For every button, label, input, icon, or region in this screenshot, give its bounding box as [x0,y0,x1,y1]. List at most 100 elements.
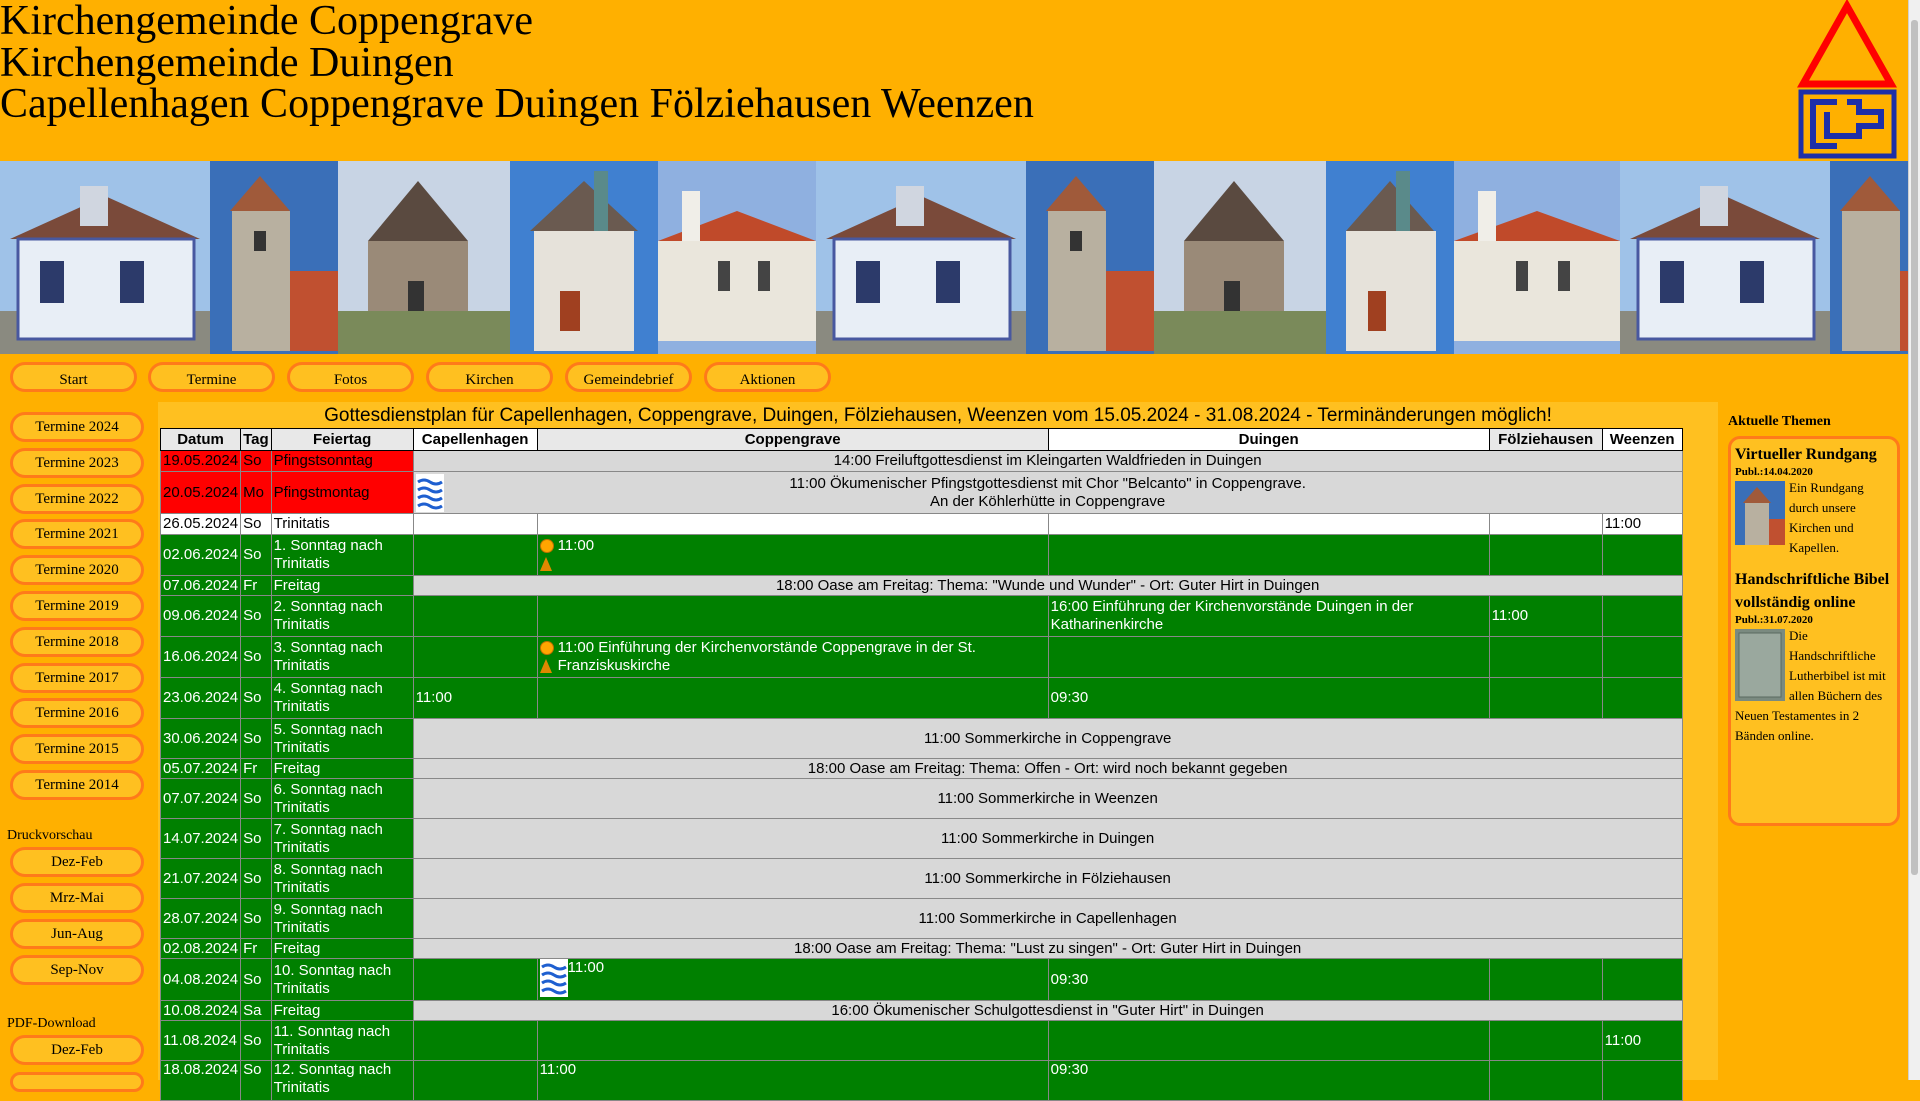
sidebar-termine-2022[interactable]: Termine 2022 [10,484,144,514]
cell-holiday: Pfingstsonntag [270,450,414,472]
cell-date: 09.06.2024 [159,595,242,637]
cell-date: 19.05.2024 [159,450,242,472]
water-baptism-icon [415,474,444,512]
cell-foelziehausen [1488,958,1603,1001]
cell-merged-event: 11:00 Sommerkirche in Weenzen [412,778,1683,819]
cell-duingen: 16:00 Einführung der Kirchenvorstände Du… [1047,595,1490,637]
news-body-text: Ein Rundgang durch unsere Kirchen und Ka… [1789,480,1864,555]
cell-day: So [240,677,272,719]
cell-coppengrave [536,677,1049,719]
cell-coppengrave-text: 11:00 Einführung der Kirchenvorstände Co… [557,639,976,674]
cell-capellenhagen [412,1020,538,1061]
cell-day: Mo [240,471,272,514]
cell-day: So [240,595,272,637]
right-sidebar: Aktuelle Themen Virtueller Rundgang Publ… [1726,402,1908,1080]
church-photo-redroof [658,161,816,354]
cell-foelziehausen [1488,636,1603,678]
cell-holiday: Freitag [270,758,414,779]
cell-merged-event: 11:00 Ökumenischer Pfingstgottesdienst m… [412,471,1683,514]
nav-kirchen[interactable]: Kirchen [426,362,553,392]
nav-aktionen[interactable]: Aktionen [704,362,831,392]
cell-capellenhagen [412,1060,538,1101]
cell-day: So [240,1020,272,1061]
print-jun-aug[interactable]: Jun-Aug [10,919,144,949]
cell-day: So [240,534,272,576]
col-weenzen: Weenzen [1601,428,1683,451]
cell-merged-event: 18:00 Oase am Freitag: Thema: "Wunde und… [412,575,1683,596]
print-mrz-mai[interactable]: Mrz-Mai [10,883,144,913]
scrollbar-thumb[interactable] [1911,20,1918,875]
print-sep-nov[interactable]: Sep-Nov [10,955,144,985]
cell-merged-event: 18:00 Oase am Freitag: Thema: Offen - Or… [412,758,1683,779]
news-body: Ein Rundgang durch unsere Kirchen und Ka… [1735,478,1893,558]
nav-fotos[interactable]: Fotos [287,362,414,392]
sidebar-termine-2014[interactable]: Termine 2014 [10,770,144,800]
cell-coppengrave [536,1020,1049,1061]
cell-holiday: Trinitatis [270,513,414,535]
church-photo-tower-3 [1830,161,1908,354]
pdf-dez-feb[interactable]: Dez-Feb [10,1035,144,1065]
bible-thumbnail[interactable] [1735,629,1785,701]
sidebar-termine-2020[interactable]: Termine 2020 [10,555,144,585]
cell-coppengrave [536,595,1049,637]
table-row: 16.06.2024 So 3. Sonntag nach Trinitatis… [159,636,1683,678]
church-photo-redroof-2 [1454,161,1620,354]
cell-merged-event: 16:00 Ökumenischer Schulgottesdienst in … [412,1000,1683,1021]
cell-day: So [240,778,272,819]
cell-coppengrave [536,513,1049,535]
print-preview-heading: Druckvorschau [7,828,93,843]
cell-date: 07.07.2024 [159,778,242,819]
cell-date: 26.05.2024 [159,513,242,535]
cell-duingen [1047,513,1490,535]
page-scrollbar[interactable] [1908,0,1920,1080]
cell-date: 18.08.2024 [159,1060,242,1101]
sidebar-termine-2015[interactable]: Termine 2015 [10,734,144,764]
sidebar-termine-2019[interactable]: Termine 2019 [10,591,144,621]
table-row: 20.05.2024 Mo Pfingstmontag 11:00 Ökumen… [159,471,1683,514]
nav-gemeindebrief[interactable]: Gemeindebrief [565,362,692,392]
sidebar-termine-2024[interactable]: Termine 2024 [10,412,144,442]
cell-date: 28.07.2024 [159,898,242,939]
col-duingen: Duingen [1047,428,1490,451]
cell-duingen: 09:30 [1047,1060,1490,1101]
pdf-download-heading: PDF-Download [7,1016,96,1031]
pdf-next-partial[interactable] [10,1072,144,1092]
col-feiertag: Feiertag [270,428,414,451]
main-nav: Start Termine Fotos Kirchen Gemeindebrie… [0,354,1908,402]
church-thumbnail[interactable] [1735,481,1785,545]
cell-coppengrave-text: 11:00 [557,537,595,554]
cell-date: 16.06.2024 [159,636,242,678]
cell-holiday: Freitag [270,938,414,959]
cell-duingen [1047,1020,1490,1061]
cell-date: 11.08.2024 [159,1020,242,1061]
news-title-rundgang[interactable]: Virtueller Rundgang [1735,443,1893,466]
table-row: 10.08.2024 Sa Freitag 16:00 Ökumenischer… [159,1000,1683,1021]
sidebar-termine-2018[interactable]: Termine 2018 [10,627,144,657]
sidebar-termine-2016[interactable]: Termine 2016 [10,698,144,728]
sidebar-termine-2017[interactable]: Termine 2017 [10,663,144,693]
cell-coppengrave: 11:00 Einführung der Kirchenvorstände Co… [536,636,1049,678]
sidebar-termine-2023[interactable]: Termine 2023 [10,448,144,478]
cell-weenzen [1601,677,1683,719]
cell-capellenhagen [412,595,538,637]
print-dez-feb[interactable]: Dez-Feb [10,847,144,877]
news-title-bibel[interactable]: Handschriftliche Bibel vollständig onlin… [1735,568,1893,614]
cell-holiday: 3. Sonntag nach Trinitatis [270,636,414,678]
water-baptism-icon [539,959,568,997]
left-sidebar: Termine 2024 Termine 2023 Termine 2022 T… [0,402,150,1092]
cell-date: 10.08.2024 [159,1000,242,1021]
cell-merged-event: 14:00 Freiluftgottesdienst im Kleingarte… [412,450,1683,472]
nav-start[interactable]: Start [10,362,137,392]
cell-foelziehausen: 11:00 [1488,595,1603,637]
cell-weenzen [1601,534,1683,576]
news-date: Publ.:31.07.2020 [1735,614,1813,626]
cell-day: Sa [240,1000,272,1021]
nav-termine[interactable]: Termine [148,362,275,392]
cell-date: 14.07.2024 [159,818,242,859]
sidebar-termine-2021[interactable]: Termine 2021 [10,519,144,549]
cell-duingen [1047,534,1490,576]
cell-day: So [240,818,272,859]
cell-capellenhagen: 11:00 [412,677,538,719]
cell-holiday: 9. Sonntag nach Trinitatis [270,898,414,939]
table-row: 02.08.2024 Fr Freitag 18:00 Oase am Frei… [159,938,1683,959]
